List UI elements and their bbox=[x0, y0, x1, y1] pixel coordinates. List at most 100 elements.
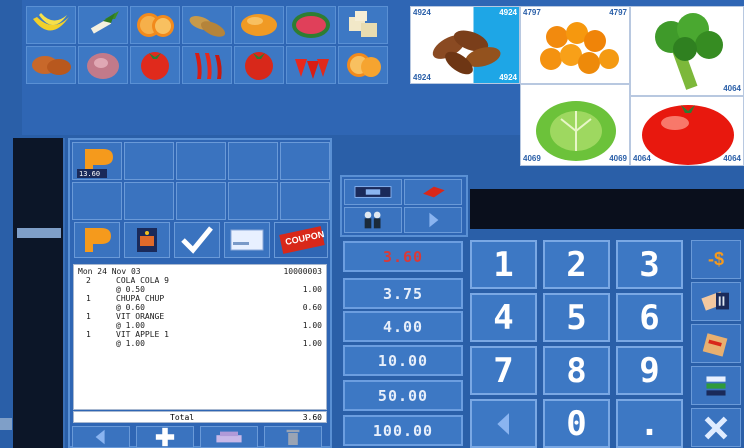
cash-out-label: -$ bbox=[707, 249, 724, 269]
plus-icon bbox=[155, 427, 175, 447]
receipt-line: @ 1.00 1.00 bbox=[78, 321, 322, 330]
plu-code: 4924 bbox=[499, 73, 517, 82]
coupon-button[interactable]: COUPON bbox=[274, 222, 328, 258]
gift-voucher-button[interactable] bbox=[691, 324, 741, 363]
amount-button[interactable]: 50.00 bbox=[343, 380, 463, 411]
parking-p-icon bbox=[85, 228, 111, 252]
drawer-button[interactable] bbox=[124, 222, 170, 258]
back-button[interactable] bbox=[72, 426, 130, 448]
close-icon bbox=[704, 416, 728, 439]
almonds-button[interactable]: 4924 4924 4924 4924 bbox=[410, 6, 520, 84]
quick-slot[interactable] bbox=[124, 142, 174, 180]
cards-button[interactable] bbox=[691, 366, 741, 405]
receipt-lines: 2 COLA COLA 9 @ 0.50 1.00 1 CHUPA CHUP @ 0.60 0… bbox=[78, 276, 322, 348]
amount-button[interactable]: 3.75 bbox=[343, 278, 463, 309]
plu-code: 4797 bbox=[523, 8, 541, 17]
scale-button[interactable] bbox=[200, 426, 258, 448]
receipt-line-desc: @ 1.00 bbox=[116, 339, 145, 348]
quick-slot[interactable] bbox=[280, 182, 330, 220]
delete-button[interactable] bbox=[264, 426, 322, 448]
cabbage-button[interactable]: 4069 4069 bbox=[520, 84, 630, 166]
orange-slices-2-button[interactable] bbox=[338, 46, 388, 84]
key-9[interactable]: 9 bbox=[616, 346, 683, 395]
quick-slot[interactable] bbox=[124, 182, 174, 220]
plu-code: 4797 bbox=[605, 71, 623, 80]
tomato-button[interactable] bbox=[130, 46, 180, 84]
potatoes-icon bbox=[189, 16, 226, 37]
quick-slot[interactable] bbox=[228, 182, 278, 220]
quick-slot[interactable]: 13.60 bbox=[72, 142, 122, 180]
mango-button[interactable] bbox=[234, 6, 284, 44]
book-button[interactable] bbox=[404, 179, 462, 205]
quick-slot[interactable] bbox=[176, 142, 226, 180]
voucher-icon bbox=[702, 332, 728, 357]
tangerines-button[interactable]: 4797 4797 4797 bbox=[520, 6, 630, 84]
receipt-tape: Mon 24 Nov 03 10000003 2 COLA COLA 9 @ 0.5… bbox=[73, 264, 327, 410]
key-6[interactable]: 6 bbox=[616, 293, 683, 342]
cash-button[interactable] bbox=[344, 179, 402, 205]
confirm-button[interactable] bbox=[174, 222, 220, 258]
potatoes-button[interactable] bbox=[182, 6, 232, 44]
amount-button[interactable]: 4.00 bbox=[343, 311, 463, 342]
receipt-line-desc: VIT APPLE 1 bbox=[116, 330, 169, 339]
watermelon-button[interactable] bbox=[286, 6, 336, 44]
credit-card-icon bbox=[230, 229, 264, 251]
receipt-panel: 13.60 COUPON Mon 24 Nov 03 10000003 2 COL… bbox=[68, 138, 332, 448]
receipt-line-desc: @ 0.60 bbox=[116, 303, 145, 312]
sweet-potato-button[interactable] bbox=[26, 46, 76, 84]
plu-code: 4060 bbox=[723, 8, 741, 17]
tomato-large-button[interactable]: 4064 4064 bbox=[630, 96, 744, 166]
total-label: Total bbox=[170, 413, 195, 422]
key-3[interactable]: 3 bbox=[616, 240, 683, 289]
backspace-key[interactable] bbox=[470, 399, 537, 448]
receipt-line: 1 VIT APPLE 1 bbox=[78, 330, 322, 339]
amount-button[interactable]: 100.00 bbox=[343, 415, 463, 446]
key-1[interactable]: 1 bbox=[470, 240, 537, 289]
receipt-line: @ 0.60 0.60 bbox=[78, 303, 322, 312]
amount-button[interactable]: 10.00 bbox=[343, 345, 463, 376]
tomato-2-button[interactable] bbox=[234, 46, 284, 84]
key-7[interactable]: 7 bbox=[470, 346, 537, 395]
key-decimal[interactable]: . bbox=[616, 399, 683, 448]
card-payment-button[interactable] bbox=[224, 222, 270, 258]
tofu-button[interactable] bbox=[338, 6, 388, 44]
onion-button[interactable] bbox=[78, 46, 128, 84]
plu-code: 4064 bbox=[723, 154, 741, 163]
chevron-left-icon bbox=[95, 429, 105, 445]
orange-slices-button[interactable] bbox=[130, 6, 180, 44]
card-swipe-button[interactable] bbox=[691, 282, 741, 321]
forward-button[interactable] bbox=[404, 207, 462, 233]
add-item-button[interactable] bbox=[136, 426, 194, 448]
orange-slices-icon bbox=[137, 13, 174, 37]
scallion-button[interactable] bbox=[78, 6, 128, 44]
cash-drawer-icon bbox=[137, 228, 157, 252]
receipt-line-amount: 0.60 bbox=[302, 303, 322, 312]
rail-handle[interactable] bbox=[17, 228, 61, 238]
plu-code: 4924 bbox=[499, 8, 517, 17]
key-2[interactable]: 2 bbox=[543, 240, 610, 289]
chevron-right-icon bbox=[429, 212, 439, 228]
key-0[interactable]: 0 bbox=[543, 399, 610, 448]
park-sale-button[interactable] bbox=[74, 222, 120, 258]
quick-slot[interactable] bbox=[176, 182, 226, 220]
key-8[interactable]: 8 bbox=[543, 346, 610, 395]
amount-button[interactable]: 3.60 bbox=[343, 241, 463, 272]
strawberries-button[interactable] bbox=[286, 46, 336, 84]
plu-code: 4064 bbox=[723, 84, 741, 93]
receipt-line-qty: 2 bbox=[86, 276, 91, 285]
broccoli-button[interactable]: 4060 4060 4064 bbox=[630, 6, 744, 96]
receipt-line: 1 CHUPA CHUP bbox=[78, 294, 322, 303]
key-4[interactable]: 4 bbox=[470, 293, 537, 342]
checkmark-icon bbox=[181, 226, 213, 254]
onion-icon bbox=[87, 53, 119, 79]
banknote-icon bbox=[354, 186, 392, 198]
key-5[interactable]: 5 bbox=[543, 293, 610, 342]
quick-slot[interactable] bbox=[280, 142, 330, 180]
banana-button[interactable] bbox=[26, 6, 76, 44]
cancel-button[interactable] bbox=[691, 408, 741, 447]
customers-button[interactable] bbox=[344, 207, 402, 233]
quick-slot[interactable] bbox=[72, 182, 122, 220]
quick-slot[interactable] bbox=[228, 142, 278, 180]
chili-peppers-button[interactable] bbox=[182, 46, 232, 84]
cash-out-button[interactable]: -$ bbox=[691, 240, 741, 279]
